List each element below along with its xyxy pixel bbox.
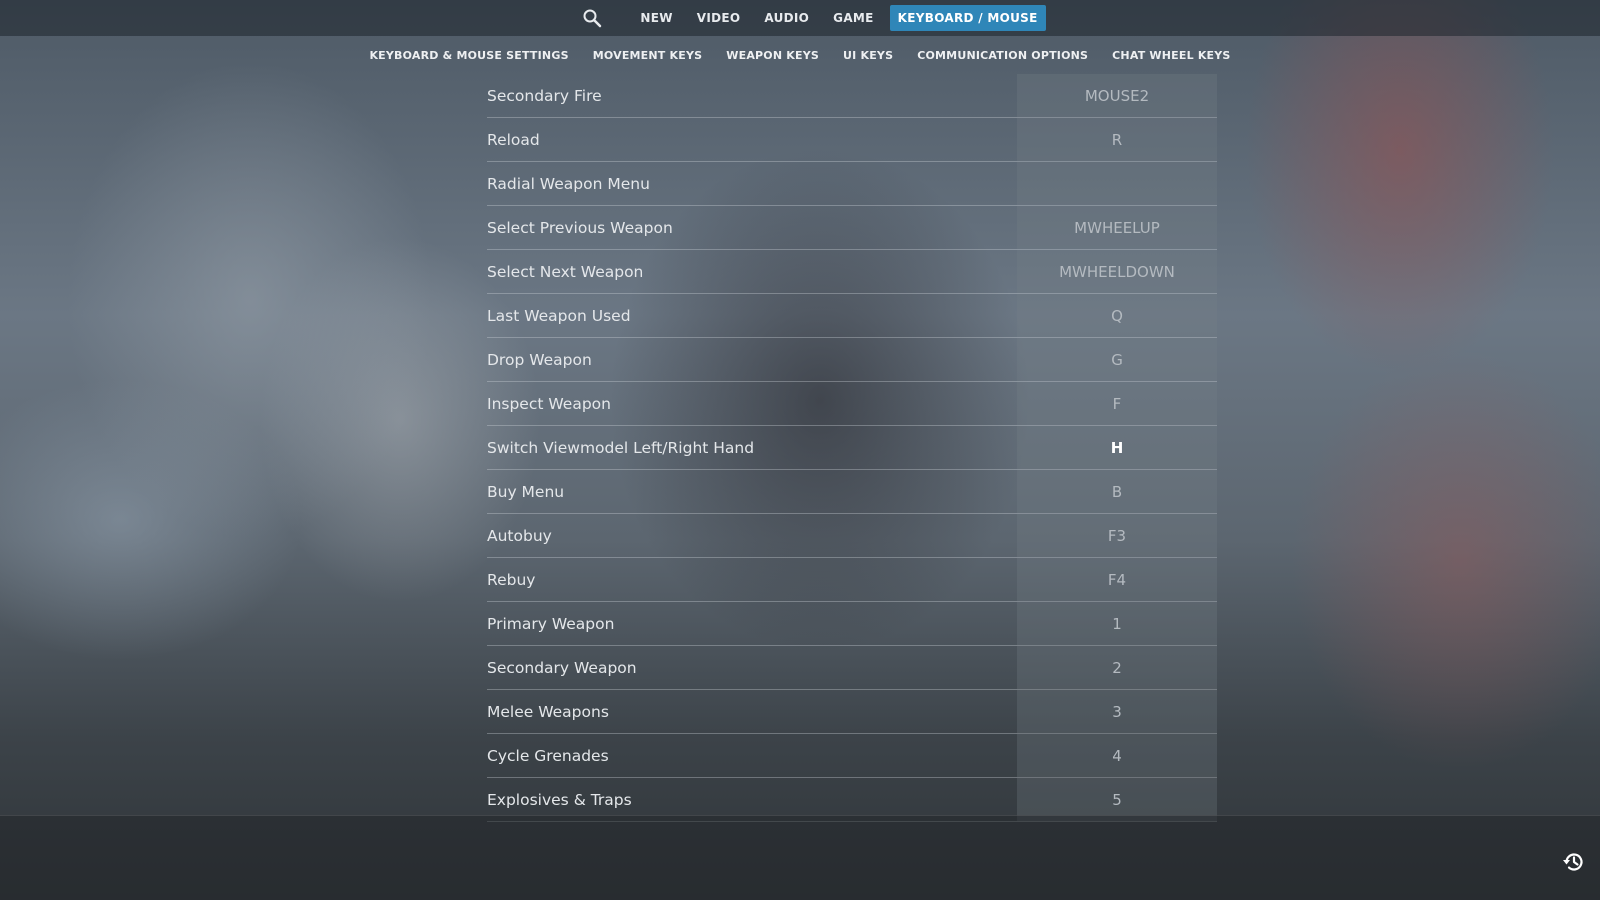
- keybind-key-button[interactable]: MWHEELDOWN: [1017, 250, 1217, 293]
- subtab-movement-keys[interactable]: MOVEMENT KEYS: [593, 49, 703, 62]
- keybind-row-select-next-weapon[interactable]: Select Next Weapon MWHEELDOWN: [487, 250, 1217, 294]
- keybind-action-label: Select Previous Weapon: [487, 218, 673, 237]
- search-button[interactable]: [580, 6, 604, 30]
- keybind-action-label: Cycle Grenades: [487, 746, 609, 765]
- keybind-key-button[interactable]: [1017, 162, 1217, 205]
- subtab-communication-options[interactable]: COMMUNICATION OPTIONS: [917, 49, 1088, 62]
- keybind-row-cycle-grenades[interactable]: Cycle Grenades 4: [487, 734, 1217, 778]
- keybind-row-buy-menu[interactable]: Buy Menu B: [487, 470, 1217, 514]
- keybind-action-label: Select Next Weapon: [487, 262, 644, 281]
- keybind-action-label: Radial Weapon Menu: [487, 174, 650, 193]
- keybind-row-inspect-weapon[interactable]: Inspect Weapon F: [487, 382, 1217, 426]
- keybind-row-switch-viewmodel-hand[interactable]: Switch Viewmodel Left/Right Hand H: [487, 426, 1217, 470]
- keybind-key-button[interactable]: Q: [1017, 294, 1217, 337]
- keybind-action-label: Autobuy: [487, 526, 552, 545]
- reset-history-button[interactable]: [1560, 848, 1588, 876]
- top-bar: NEW VIDEO AUDIO GAME KEYBOARD / MOUSE: [0, 0, 1600, 36]
- keybind-key-button[interactable]: 2: [1017, 646, 1217, 689]
- keybind-action-label: Switch Viewmodel Left/Right Hand: [487, 438, 755, 457]
- keybind-action-label: Secondary Fire: [487, 86, 602, 105]
- keybind-row-reload[interactable]: Reload R: [487, 118, 1217, 162]
- keybind-key-button[interactable]: R: [1017, 118, 1217, 161]
- subtab-chat-wheel-keys[interactable]: CHAT WHEEL KEYS: [1112, 49, 1230, 62]
- keybind-key-button[interactable]: 4: [1017, 734, 1217, 777]
- search-icon: [583, 9, 602, 28]
- keybind-key-button[interactable]: MWHEELUP: [1017, 206, 1217, 249]
- keybind-key-button[interactable]: F3: [1017, 514, 1217, 557]
- tab-audio[interactable]: AUDIO: [756, 5, 817, 31]
- settings-sub-nav: KEYBOARD & MOUSE SETTINGS MOVEMENT KEYS …: [0, 36, 1600, 74]
- keybind-row-primary-weapon[interactable]: Primary Weapon 1: [487, 602, 1217, 646]
- keybind-row-last-weapon-used[interactable]: Last Weapon Used Q: [487, 294, 1217, 338]
- tab-new[interactable]: NEW: [632, 5, 680, 31]
- tab-game[interactable]: GAME: [825, 5, 881, 31]
- keybind-action-label: Primary Weapon: [487, 614, 615, 633]
- keybind-action-label: Secondary Weapon: [487, 658, 637, 677]
- keybind-action-label: Melee Weapons: [487, 702, 609, 721]
- keybind-row-autobuy[interactable]: Autobuy F3: [487, 514, 1217, 558]
- subtab-weapon-keys[interactable]: WEAPON KEYS: [726, 49, 819, 62]
- keybind-row-secondary-fire[interactable]: Secondary Fire MOUSE2: [487, 74, 1217, 118]
- subtab-keyboard-mouse-settings[interactable]: KEYBOARD & MOUSE SETTINGS: [369, 49, 568, 62]
- subtab-ui-keys[interactable]: UI KEYS: [843, 49, 893, 62]
- settings-main-nav: NEW VIDEO AUDIO GAME KEYBOARD / MOUSE: [580, 5, 1049, 31]
- keybind-row-secondary-weapon[interactable]: Secondary Weapon 2: [487, 646, 1217, 690]
- keybind-action-label: Drop Weapon: [487, 350, 592, 369]
- keybind-key-button[interactable]: H: [1017, 426, 1217, 469]
- keybind-key-button[interactable]: MOUSE2: [1017, 74, 1217, 117]
- tab-keyboard-mouse[interactable]: KEYBOARD / MOUSE: [889, 5, 1046, 31]
- keybind-row-rebuy[interactable]: Rebuy F4: [487, 558, 1217, 602]
- keybind-key-button[interactable]: F: [1017, 382, 1217, 425]
- bottom-bar: [0, 815, 1600, 900]
- keybind-list: Secondary Fire MOUSE2 Reload R Radial We…: [487, 74, 1217, 822]
- keybind-action-label: Buy Menu: [487, 482, 565, 501]
- keybind-key-button[interactable]: 1: [1017, 602, 1217, 645]
- keybind-key-button[interactable]: 3: [1017, 690, 1217, 733]
- keybind-key-button[interactable]: F4: [1017, 558, 1217, 601]
- keybind-row-drop-weapon[interactable]: Drop Weapon G: [487, 338, 1217, 382]
- keybind-action-label: Inspect Weapon: [487, 394, 611, 413]
- keybind-action-label: Rebuy: [487, 570, 536, 589]
- history-icon: [1563, 853, 1583, 871]
- keybind-key-button[interactable]: B: [1017, 470, 1217, 513]
- keybind-action-label: Last Weapon Used: [487, 306, 631, 325]
- keybind-row-radial-weapon-menu[interactable]: Radial Weapon Menu: [487, 162, 1217, 206]
- keybind-row-melee-weapons[interactable]: Melee Weapons 3: [487, 690, 1217, 734]
- keybind-action-label: Reload: [487, 130, 540, 149]
- tab-video[interactable]: VIDEO: [689, 5, 749, 31]
- keybind-row-select-previous-weapon[interactable]: Select Previous Weapon MWHEELUP: [487, 206, 1217, 250]
- keybind-key-button[interactable]: G: [1017, 338, 1217, 381]
